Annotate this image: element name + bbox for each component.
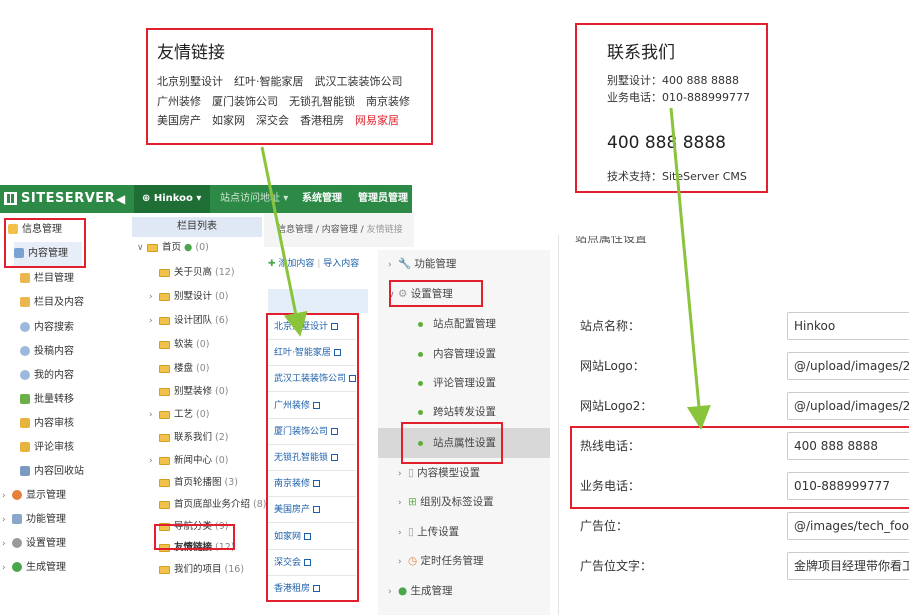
arrow-friend-links [260,146,308,337]
arrow-contact [669,107,711,430]
annotation-arrows [260,107,711,430]
